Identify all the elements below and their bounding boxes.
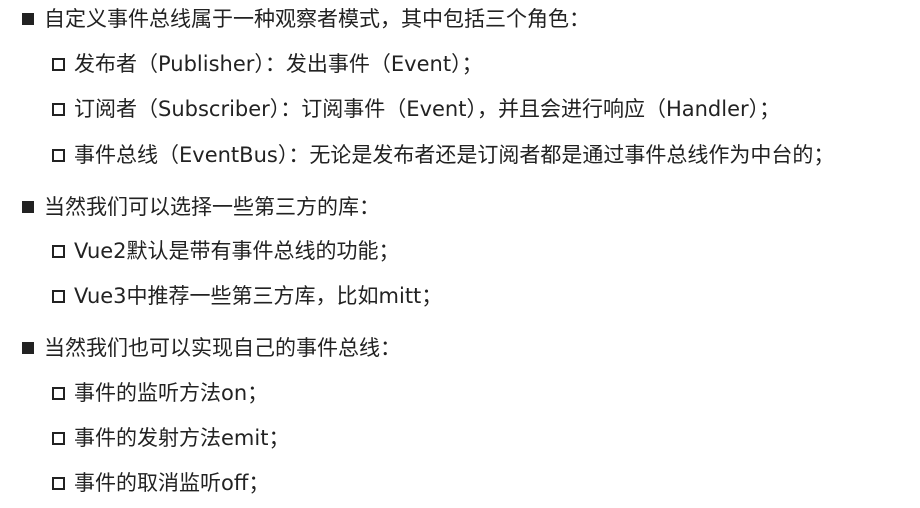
- hollow-square-bullet-icon: [52, 476, 65, 490]
- list-item: 事件的取消监听off；: [0, 469, 269, 497]
- hollow-square-bullet-icon: [52, 431, 65, 445]
- list-item-text: Vue2默认是带有事件总线的功能；: [74, 239, 400, 263]
- hollow-square-bullet-icon: [52, 244, 65, 258]
- hollow-square-bullet-icon: [52, 102, 65, 116]
- list-item-text: 订阅者（Subscriber）：订阅事件（Event），并且会进行响应（Hand…: [74, 97, 781, 121]
- list-item: 事件的监听方法on；: [0, 379, 268, 407]
- list-item-text: 事件总线（EventBus）：无论是发布者还是订阅者都是通过事件总线作为中台的；: [74, 143, 835, 167]
- list-item-text: 事件的取消监听off；: [74, 471, 270, 495]
- list-item-text: Vue3中推荐一些第三方库，比如mitt；: [74, 284, 443, 308]
- section-heading: 当然我们也可以实现自己的事件总线：: [0, 334, 401, 362]
- section-label: 自定义事件总线属于一种观察者模式，其中包括三个角色：: [44, 7, 590, 31]
- hollow-square-bullet-icon: [52, 289, 65, 303]
- hollow-square-bullet-icon: [52, 386, 65, 400]
- section-label: 当然我们也可以实现自己的事件总线：: [44, 336, 401, 360]
- list-item-text: 事件的监听方法on；: [74, 381, 269, 405]
- list-item: Vue2默认是带有事件总线的功能；: [0, 237, 400, 265]
- list-item: 订阅者（Subscriber）：订阅事件（Event），并且会进行响应（Hand…: [0, 95, 780, 123]
- hollow-square-bullet-icon: [52, 148, 65, 162]
- list-item-text: 发布者（Publisher）：发出事件（Event）；: [74, 52, 483, 76]
- filled-square-bullet-icon: [22, 201, 34, 213]
- list-item: 事件的发射方法emit；: [0, 424, 289, 452]
- section-label: 当然我们可以选择一些第三方的库：: [44, 195, 380, 219]
- list-item: 事件总线（EventBus）：无论是发布者还是订阅者都是通过事件总线作为中台的；: [0, 141, 834, 169]
- list-item: Vue3中推荐一些第三方库，比如mitt；: [0, 282, 442, 310]
- section-heading: 自定义事件总线属于一种观察者模式，其中包括三个角色：: [0, 5, 590, 33]
- list-item-text: 事件的发射方法emit；: [74, 426, 290, 450]
- hollow-square-bullet-icon: [52, 57, 65, 71]
- section-heading: 当然我们可以选择一些第三方的库：: [0, 193, 380, 221]
- list-item: 发布者（Publisher）：发出事件（Event）；: [0, 50, 483, 78]
- filled-square-bullet-icon: [22, 13, 34, 25]
- filled-square-bullet-icon: [22, 342, 34, 354]
